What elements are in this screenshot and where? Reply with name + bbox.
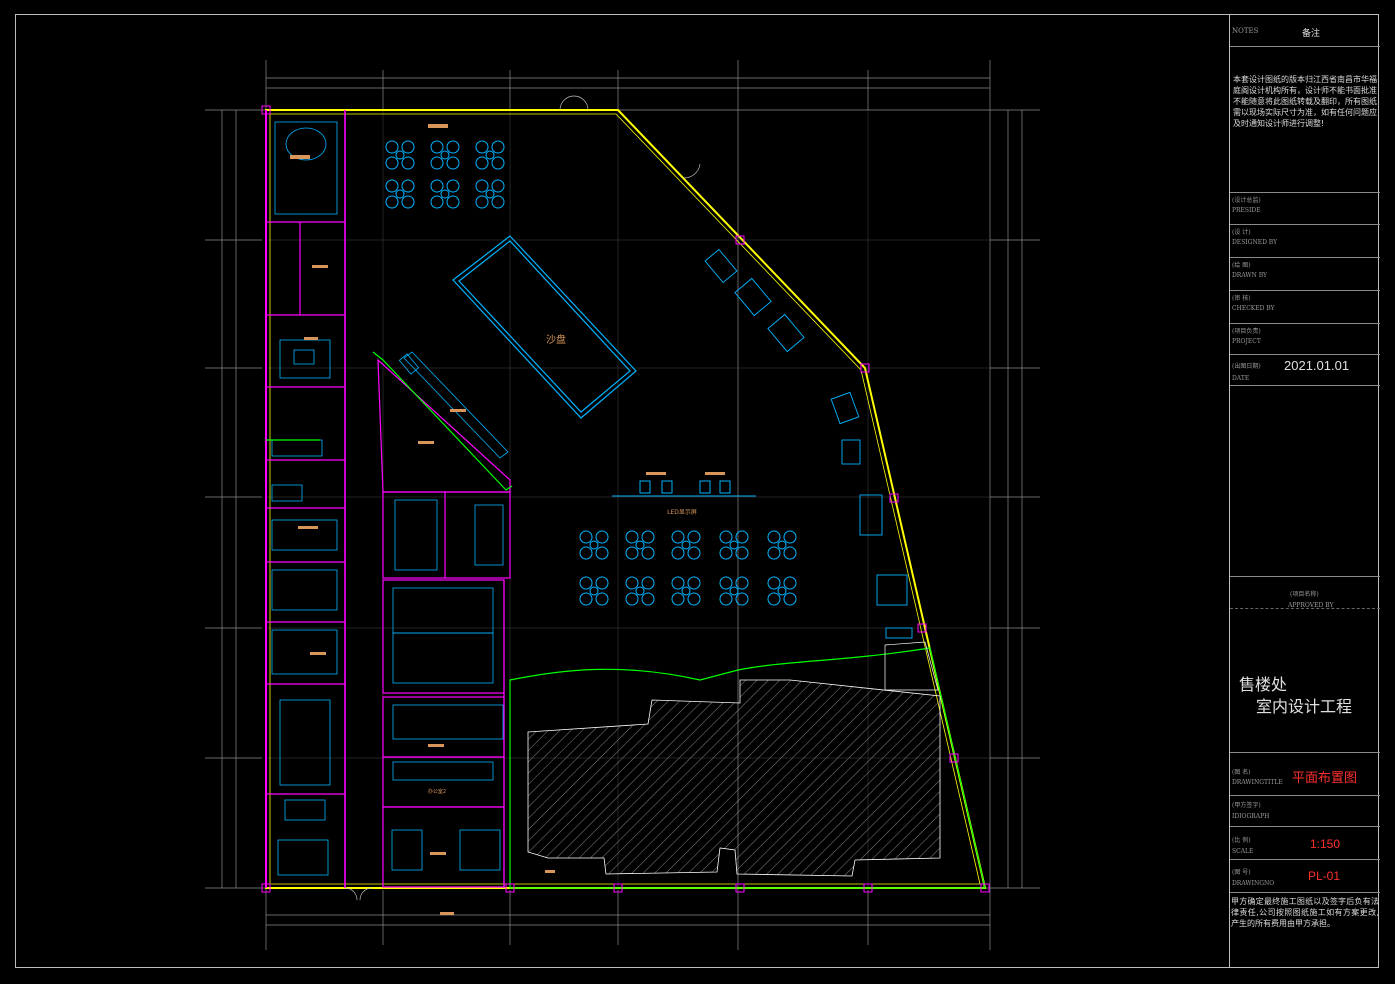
- projname-cn: (项目名称): [1290, 591, 1319, 598]
- notes-label: NOTES: [1232, 27, 1259, 35]
- led-wall: [612, 480, 756, 497]
- sand-table: [452, 235, 637, 419]
- lounge-cluster: [430, 179, 460, 209]
- lounge-cluster: [579, 530, 609, 560]
- lounge-cluster: [475, 140, 505, 170]
- middle-rooms: [377, 358, 511, 888]
- checked-cn: (审 核): [1232, 295, 1251, 302]
- blank-divider: [1230, 385, 1380, 386]
- drawn-row: (绘 图) DRAWN BY: [1230, 257, 1380, 279]
- project-name-1: 售楼处: [1239, 677, 1288, 694]
- drawn-cn: (绘 图): [1232, 262, 1251, 269]
- drawing-title: 平面布置图: [1292, 770, 1358, 785]
- title-cn: (图 名): [1232, 769, 1251, 776]
- preside-cn: (设计总监): [1232, 197, 1261, 204]
- title-en: DRAWINGTITLE: [1232, 779, 1283, 786]
- title-row: (图 名) DRAWINGTITLE 平面布置图: [1230, 752, 1380, 786]
- project-name-2: 室内设计工程: [1256, 699, 1353, 716]
- lounge-cluster: [767, 530, 797, 560]
- sign-en: IDIOGRAPH: [1232, 813, 1270, 820]
- drawn-en: DRAWN BY: [1232, 272, 1268, 279]
- projname-row: (项目名称) APPROVED BY: [1230, 576, 1380, 609]
- lounge-cluster: [625, 576, 655, 606]
- scale-value: 1:150: [1310, 837, 1341, 851]
- scale-row: (比 例) SCALE 1:150: [1230, 826, 1380, 855]
- led-label: LED显示屏: [667, 509, 697, 516]
- projname-divider: 售楼处 室内设计工程: [1230, 608, 1380, 716]
- sign-row: (甲方签字) IDIOGRAPH: [1230, 795, 1380, 820]
- project-row: (项目负责) PROJECT: [1230, 323, 1380, 345]
- left-room-furniture: [271, 121, 338, 876]
- lounge-cluster: [767, 576, 797, 606]
- project-en: PROJECT: [1232, 338, 1261, 345]
- drawno-en: DRAWINGNO: [1232, 880, 1275, 887]
- checked-en: CHECKED BY: [1232, 305, 1275, 312]
- left-rooms: [266, 221, 345, 795]
- sandtable-label: 沙盘: [546, 333, 566, 346]
- drawno-row: (图 号) DRAWINGNO PL-01: [1230, 859, 1380, 887]
- lounge-cluster: [475, 179, 505, 209]
- drawno-cn: (图 号): [1232, 869, 1251, 876]
- scale-cn: (比 例): [1232, 837, 1251, 844]
- drawno-value: PL-01: [1308, 869, 1341, 883]
- lounge-cluster: [671, 576, 701, 606]
- footer-text: 甲方确定最终施工图纸以及签字后负有法律责任,公司按照图纸施工如有方案更改,产生的…: [1231, 897, 1379, 928]
- preside-row: (设计总监) PRESIDE: [1230, 192, 1380, 214]
- floor-plan: 沙盘 LED显示屏 办公室2: [205, 60, 1040, 950]
- lounge-cluster: [385, 140, 415, 170]
- lounge-cluster: [579, 576, 609, 606]
- lounge-cluster: [719, 530, 749, 560]
- notes-cn: 备注: [1302, 28, 1321, 38]
- lounge-cluster: [625, 530, 655, 560]
- preside-en: PRESIDE: [1232, 207, 1261, 214]
- date-value: 2021.01.01: [1284, 358, 1350, 373]
- lounge-cluster: [671, 530, 701, 560]
- title-block: NOTES 备注 本套设计图纸的版本归江西省南昌市华福庭阁设计机构所有，设计师不…: [1229, 14, 1380, 968]
- project-cn: (项目负责): [1232, 328, 1261, 335]
- lounge-cluster: [430, 140, 460, 170]
- date-row: (出图日期) DATE 2021.01.01: [1230, 354, 1380, 382]
- sign-cn: (甲方签字): [1232, 802, 1261, 809]
- lounge-cluster: [719, 576, 749, 606]
- checked-row: (审 核) CHECKED BY: [1230, 290, 1380, 312]
- office2-label: 办公室2: [428, 788, 446, 795]
- notes-text: 本套设计图纸的版本归江西省南昌市华福庭阁设计机构所有，设计师不能书面批准不能随意…: [1233, 75, 1377, 128]
- date-cn: (出图日期): [1232, 363, 1261, 370]
- notes-divider: [1230, 46, 1380, 47]
- middle-green-walls: [372, 351, 513, 491]
- middle-furniture: [391, 351, 509, 871]
- date-en: DATE: [1232, 375, 1250, 382]
- garden: [509, 641, 986, 889]
- scale-en: SCALE: [1232, 848, 1254, 855]
- lounge-cluster: [385, 179, 415, 209]
- lounge-seating: [385, 140, 797, 606]
- footer-divider: [1230, 892, 1380, 893]
- designed-row: (设 计) DESIGNED BY: [1230, 224, 1380, 246]
- designed-en: DESIGNED BY: [1232, 239, 1278, 246]
- designed-cn: (设 计): [1232, 229, 1251, 236]
